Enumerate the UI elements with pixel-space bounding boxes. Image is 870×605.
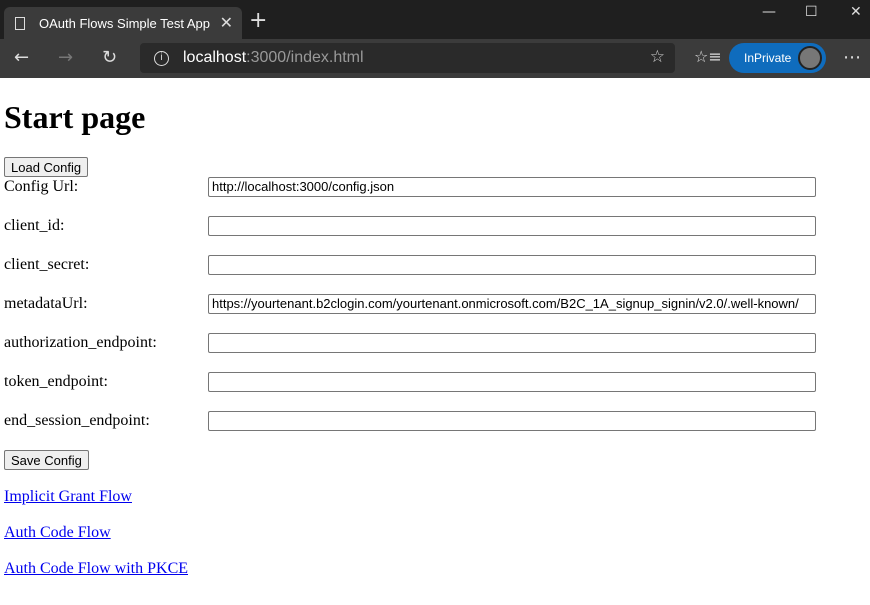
url-host: localhost <box>183 49 247 66</box>
url-path: :3000/index.html <box>246 49 364 66</box>
form-row: client_secret: <box>4 255 866 294</box>
inprivate-label: InPrivate <box>744 51 792 65</box>
avatar <box>798 46 822 70</box>
form-row: authorization_endpoint: <box>4 333 866 372</box>
load-config-button[interactable]: Load Config <box>4 157 89 177</box>
favorites-icon[interactable]: ☆≡ <box>694 47 722 66</box>
browser-toolbar: ← → ↻ i localhost:3000/index.html ☆ ☆≡ I… <box>0 39 870 78</box>
form-row: token_endpoint: <box>4 372 866 411</box>
browser-tab[interactable]: OAuth Flows Simple Test App ✕ <box>4 7 242 39</box>
client-secret-label: client_secret: <box>4 256 90 273</box>
close-tab-icon[interactable]: ✕ <box>220 13 233 33</box>
metadata-url-label: metadataUrl: <box>4 295 88 312</box>
token-endpoint-label: token_endpoint: <box>4 373 108 390</box>
config-url-input[interactable]: http://localhost:3000/config.json <box>208 177 816 197</box>
client-id-input[interactable] <box>208 216 816 236</box>
metadata-url-input[interactable]: https://yourtenant.b2clogin.com/yourtena… <box>208 294 816 314</box>
forward-icon[interactable]: → <box>58 47 73 68</box>
end-session-endpoint-input[interactable] <box>208 411 816 431</box>
client-id-label: client_id: <box>4 217 65 234</box>
form-row: end_session_endpoint: <box>4 411 866 450</box>
minimize-icon[interactable]: — <box>762 4 776 20</box>
page-content: Start page Load Config Config Url: http:/… <box>0 99 870 579</box>
authorization-endpoint-input[interactable] <box>208 333 816 353</box>
page-icon <box>15 16 25 30</box>
client-secret-input[interactable] <box>208 255 816 275</box>
refresh-icon[interactable]: ↻ <box>102 47 117 68</box>
address-bar[interactable]: i localhost:3000/index.html ☆ <box>140 43 675 73</box>
close-window-icon[interactable]: ✕ <box>850 4 862 20</box>
page-title: Start page <box>4 99 146 135</box>
form-row: client_id: <box>4 216 866 255</box>
config-url-label: Config Url: <box>4 178 79 195</box>
end-session-endpoint-label: end_session_endpoint: <box>4 412 150 429</box>
auth-code-pkce-flow-link[interactable]: Auth Code Flow with PKCE <box>4 559 866 579</box>
maximize-icon[interactable]: ☐ <box>805 4 818 20</box>
more-icon[interactable]: ⋯ <box>843 47 861 68</box>
info-icon[interactable]: i <box>154 50 169 66</box>
save-config-button[interactable]: Save Config <box>4 450 89 470</box>
favorite-star-icon[interactable]: ☆ <box>650 47 665 67</box>
implicit-grant-flow-link[interactable]: Implicit Grant Flow <box>4 487 866 507</box>
form-row: metadataUrl: https://yourtenant.b2clogin.… <box>4 294 866 333</box>
back-icon[interactable]: ← <box>14 47 29 68</box>
token-endpoint-input[interactable] <box>208 372 816 392</box>
inprivate-button[interactable]: InPrivate <box>729 43 826 73</box>
tab-title: OAuth Flows Simple Test App <box>39 15 211 31</box>
title-bar: OAuth Flows Simple Test App ✕ + — ☐ ✕ <box>0 0 870 39</box>
authorization-endpoint-label: authorization_endpoint: <box>4 334 157 351</box>
new-tab-icon[interactable]: + <box>249 8 267 33</box>
form-row: Config Url: http://localhost:3000/config.… <box>4 177 866 216</box>
config-form: Config Url: http://localhost:3000/config.… <box>4 177 866 450</box>
auth-code-flow-link[interactable]: Auth Code Flow <box>4 523 866 543</box>
